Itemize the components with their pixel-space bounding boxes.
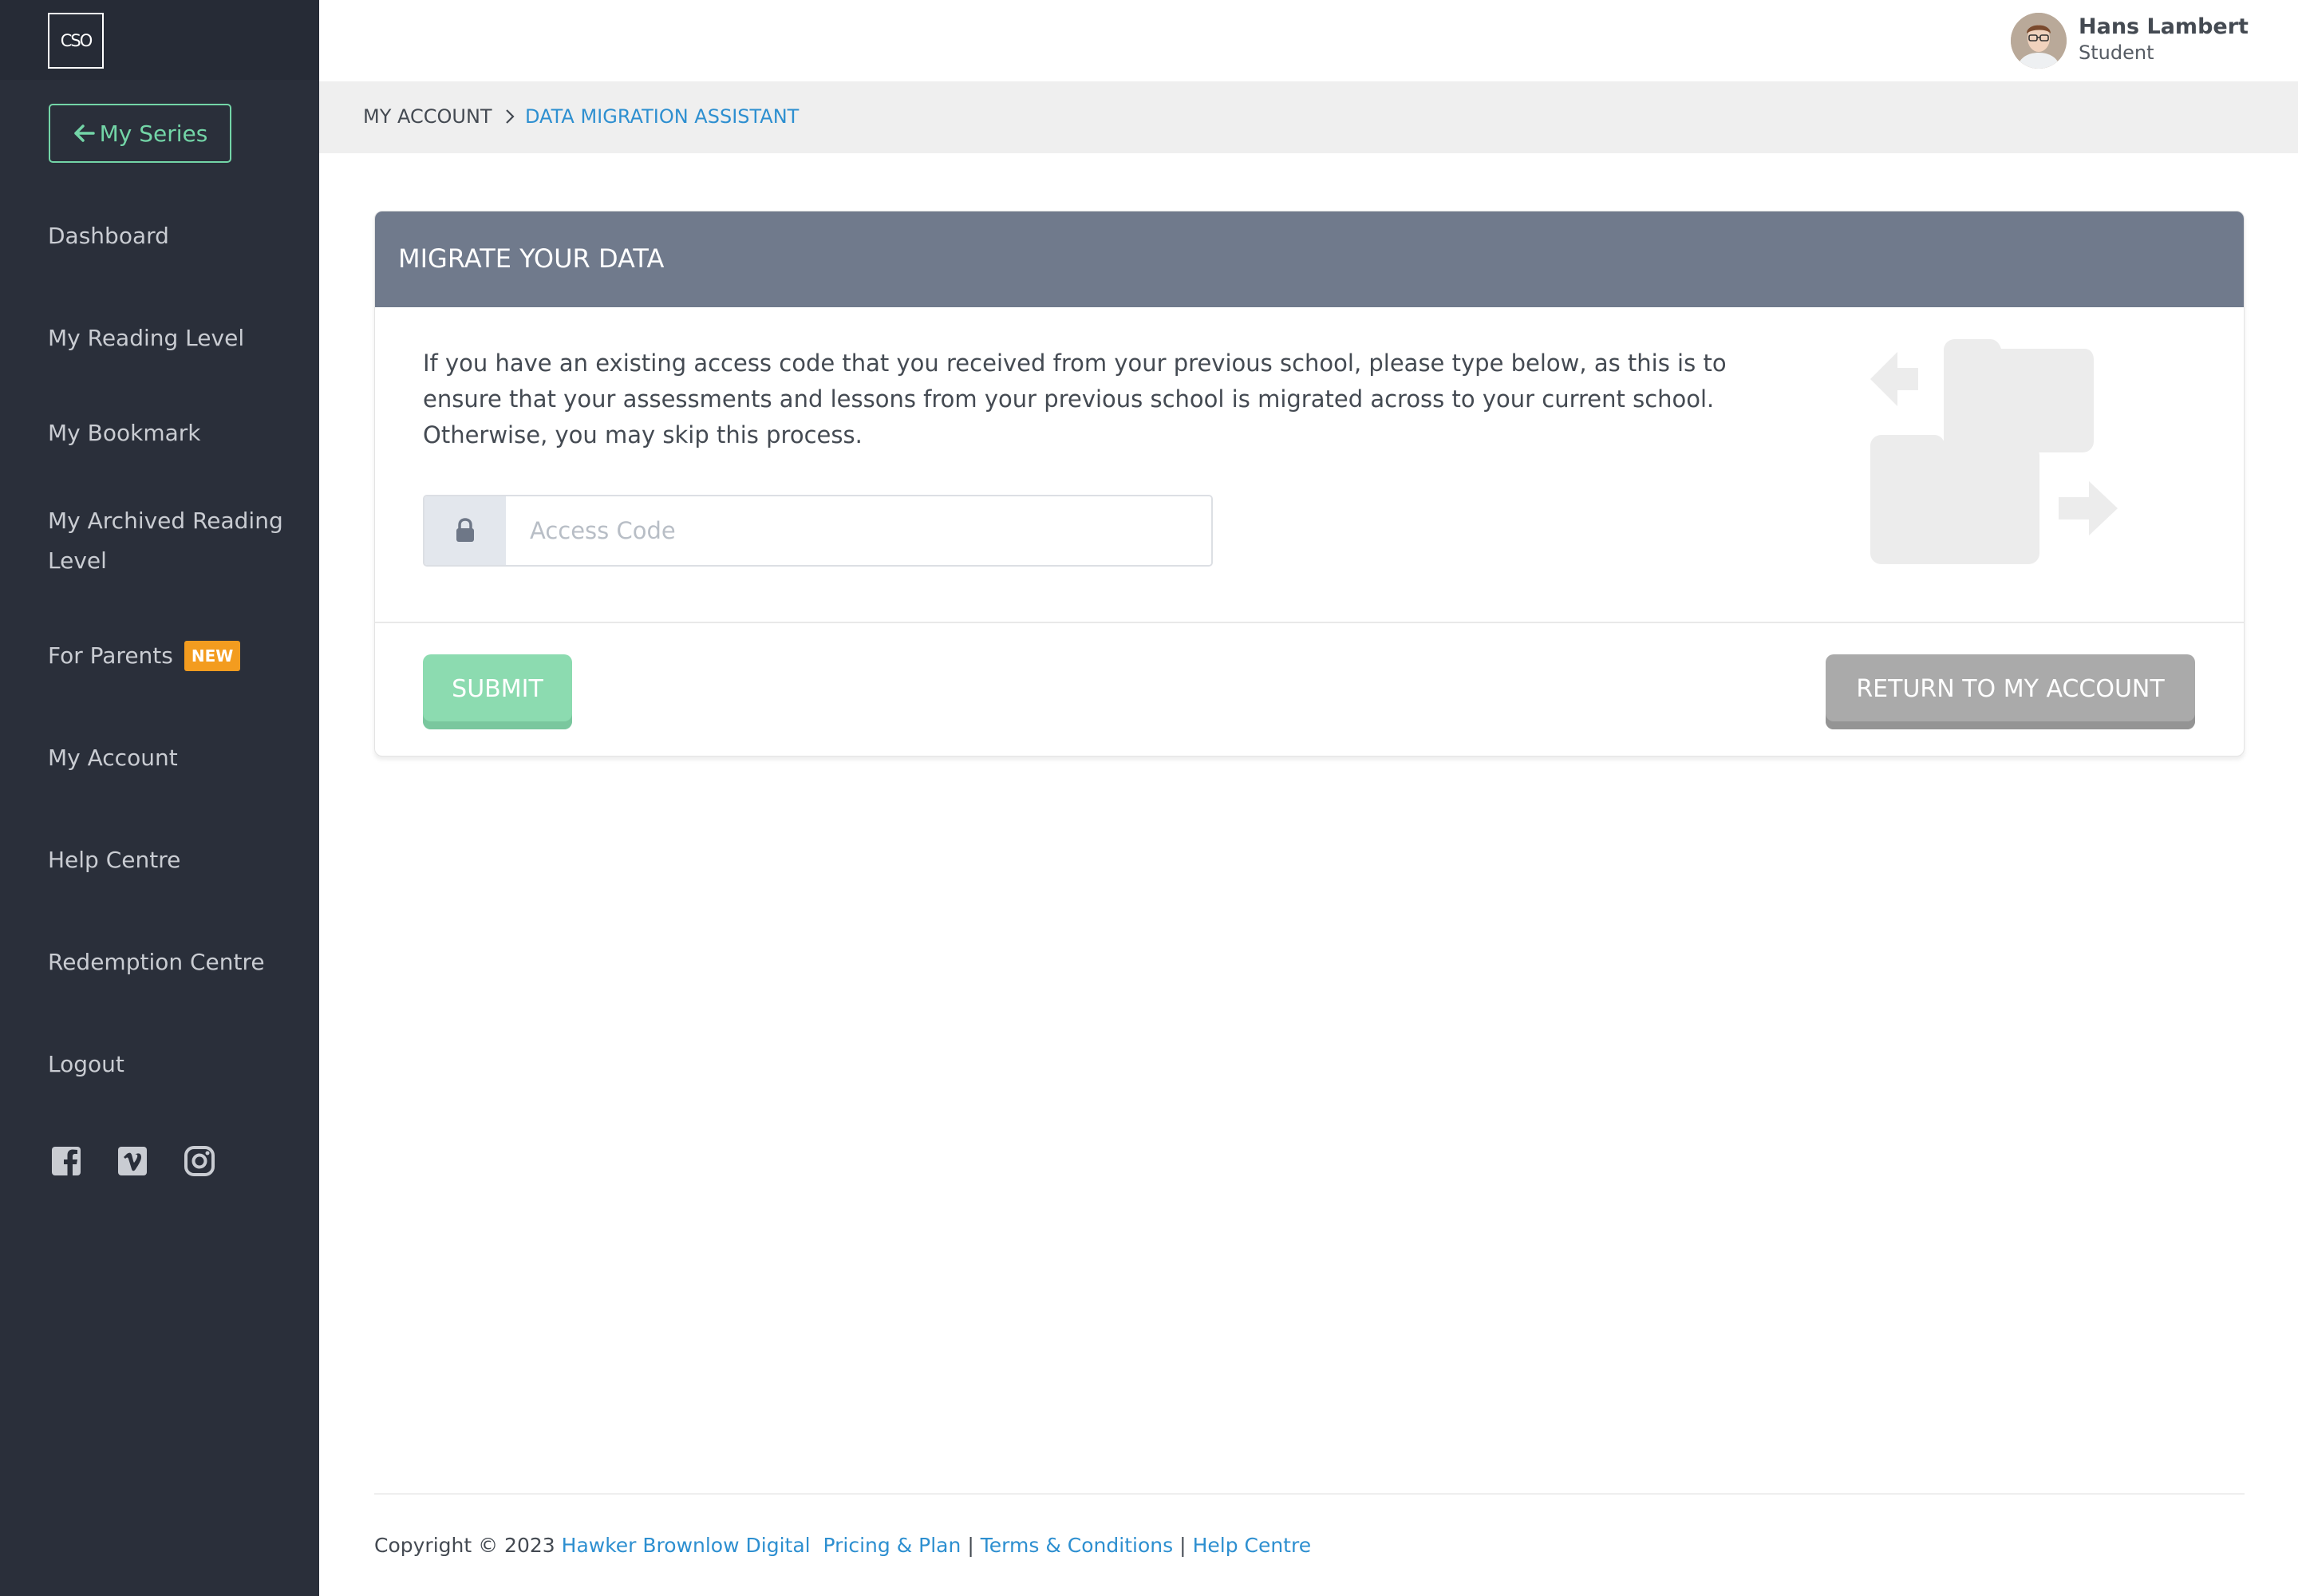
footer-separator: |	[1179, 1534, 1187, 1557]
card-divider	[375, 622, 2244, 623]
breadcrumb-my-account[interactable]: MY ACCOUNT	[363, 105, 492, 128]
card-title: MIGRATE YOUR DATA	[398, 243, 665, 274]
footer: Copyright © 2023 Hawker Brownlow Digital…	[374, 1534, 1311, 1557]
new-badge: NEW	[184, 641, 241, 671]
my-series-button[interactable]: My Series	[49, 104, 231, 163]
submit-button-label: SUBMIT	[452, 674, 543, 703]
footer-link-pricing[interactable]: Pricing & Plan	[823, 1534, 961, 1557]
company-link[interactable]: Hawker Brownlow Digital	[562, 1534, 811, 1557]
sidebar-item-label: My Archived Reading Level	[48, 508, 283, 574]
card-header: MIGRATE YOUR DATA	[375, 211, 2244, 307]
my-series-label: My Series	[99, 120, 208, 147]
top-header	[319, 0, 2298, 81]
sidebar-item-label: Logout	[48, 1051, 124, 1077]
sidebar-item-label: For Parents	[48, 642, 173, 669]
chevron-right-icon	[506, 109, 515, 124]
sidebar-item-logout[interactable]: Logout	[48, 1045, 124, 1084]
sidebar-item-help-centre[interactable]: Help Centre	[48, 840, 180, 880]
migrate-data-card: MIGRATE YOUR DATA If you have an existin…	[374, 211, 2245, 757]
sidebar-item-label: My Bookmark	[48, 420, 201, 446]
arrow-left-icon	[73, 124, 95, 142]
sidebar-item-redemption-centre[interactable]: Redemption Centre	[48, 942, 265, 982]
footer-separator: |	[967, 1534, 974, 1557]
sidebar-item-my-account[interactable]: My Account	[48, 738, 178, 778]
sidebar-item-label: Redemption Centre	[48, 949, 265, 975]
avatar[interactable]	[2011, 13, 2067, 69]
footer-divider	[374, 1493, 2245, 1495]
return-button-label: RETURN TO MY ACCOUNT	[1856, 674, 2165, 703]
data-migration-illustration	[1870, 339, 2118, 564]
footer-link-terms[interactable]: Terms & Conditions	[981, 1534, 1173, 1557]
app-logo[interactable]: CSO	[48, 13, 104, 69]
access-code-input[interactable]	[506, 496, 1211, 565]
user-name: Hans Lambert	[2079, 14, 2249, 39]
access-code-field	[423, 495, 1213, 567]
sidebar-item-label: My Account	[48, 745, 178, 771]
submit-button[interactable]: SUBMIT	[423, 654, 572, 729]
migration-description: If you have an existing access code that…	[423, 350, 1727, 448]
facebook-icon[interactable]	[49, 1144, 83, 1178]
sidebar-item-dashboard[interactable]: Dashboard	[48, 216, 169, 256]
lock-icon	[456, 518, 474, 542]
footer-link-help[interactable]: Help Centre	[1193, 1534, 1312, 1557]
input-addon	[424, 496, 506, 565]
instagram-icon[interactable]	[183, 1144, 216, 1178]
sidebar-item-my-bookmark[interactable]: My Bookmark	[48, 413, 200, 453]
breadcrumb-current: DATA MIGRATION ASSISTANT	[525, 105, 800, 128]
sidebar-item-label: Help Centre	[48, 847, 181, 873]
sidebar: CSO My Series Dashboard My Reading Level…	[0, 0, 319, 1596]
logo-bar: CSO	[0, 0, 319, 80]
return-to-account-button[interactable]: RETURN TO MY ACCOUNT	[1826, 654, 2195, 729]
logo-text: CSO	[60, 31, 93, 50]
vimeo-icon[interactable]	[116, 1144, 149, 1178]
user-role: Student	[2079, 41, 2154, 64]
sidebar-item-my-archived-reading-level[interactable]: My Archived Reading Level	[48, 501, 287, 581]
user-avatar-image	[2011, 13, 2067, 69]
copyright-text: Copyright © 2023	[374, 1534, 555, 1557]
sidebar-item-my-reading-level[interactable]: My Reading Level	[48, 318, 244, 358]
sidebar-item-label: Dashboard	[48, 223, 169, 249]
sidebar-item-label: My Reading Level	[48, 325, 245, 351]
sidebar-item-for-parents[interactable]: For Parents NEW	[48, 636, 241, 676]
